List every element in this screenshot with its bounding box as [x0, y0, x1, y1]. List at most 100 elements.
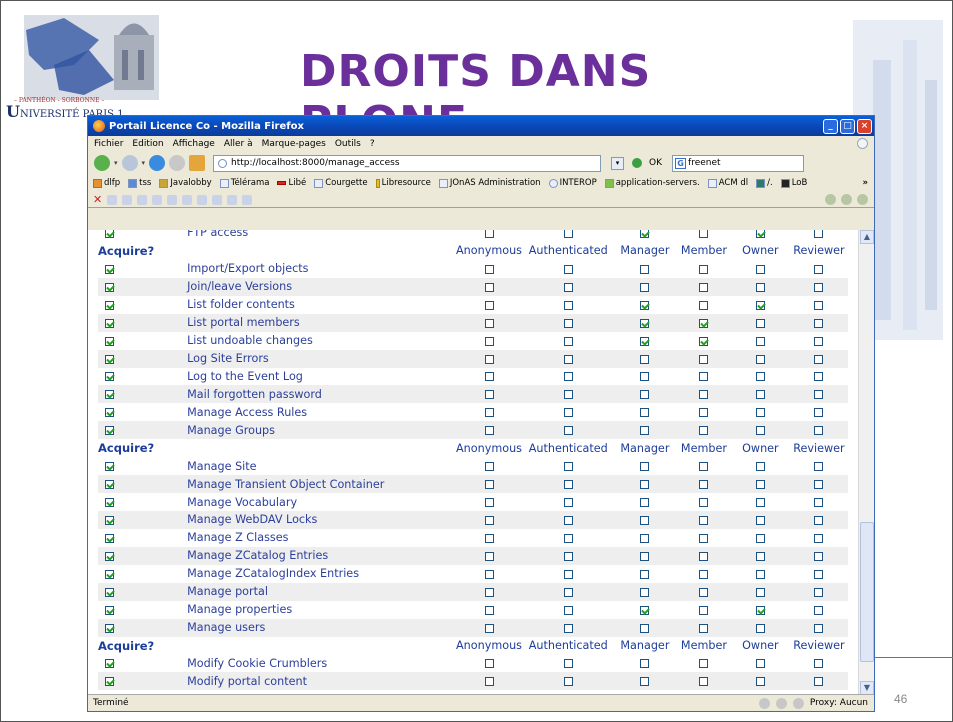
- acquire-checkbox[interactable]: [105, 408, 114, 418]
- role-checkbox[interactable]: [640, 677, 650, 687]
- role-checkbox[interactable]: [484, 569, 494, 579]
- role-checkbox[interactable]: [755, 462, 765, 472]
- maximize-icon[interactable]: □: [840, 118, 855, 134]
- role-checkbox[interactable]: [699, 282, 709, 292]
- toolbar-tool-icon[interactable]: [227, 194, 238, 205]
- role-checkbox[interactable]: [755, 300, 765, 310]
- bookmark-application-servers[interactable]: application-servers.: [604, 178, 700, 188]
- close-icon[interactable]: ×: [857, 118, 872, 134]
- role-checkbox[interactable]: [563, 659, 573, 669]
- stop-icon[interactable]: [169, 155, 186, 171]
- role-checkbox[interactable]: [563, 480, 573, 490]
- permission-name-link[interactable]: Manage ZCatalog Entries: [187, 546, 455, 565]
- role-checkbox[interactable]: [640, 462, 650, 472]
- role-checkbox[interactable]: [484, 336, 494, 346]
- role-checkbox[interactable]: [640, 336, 650, 346]
- role-checkbox[interactable]: [814, 282, 824, 292]
- toolbar-tool-icon[interactable]: [167, 194, 178, 205]
- acquire-checkbox[interactable]: [105, 300, 114, 310]
- role-checkbox[interactable]: [563, 569, 573, 579]
- permission-name-link[interactable]: Manage Vocabulary: [187, 493, 454, 511]
- role-checkbox[interactable]: [563, 498, 573, 508]
- role-checkbox[interactable]: [814, 551, 824, 561]
- role-checkbox[interactable]: [484, 230, 494, 238]
- role-checkbox[interactable]: [640, 605, 650, 615]
- role-checkbox[interactable]: [814, 390, 824, 400]
- role-checkbox[interactable]: [563, 605, 573, 615]
- permission-name-link[interactable]: List portal members: [187, 313, 455, 332]
- back-dropdown-icon[interactable]: ▾: [114, 159, 118, 167]
- role-checkbox[interactable]: [755, 336, 765, 346]
- role-checkbox[interactable]: [484, 677, 494, 687]
- role-checkbox[interactable]: [755, 480, 765, 490]
- role-checkbox[interactable]: [699, 354, 709, 364]
- role-checkbox[interactable]: [814, 480, 824, 490]
- acquire-checkbox[interactable]: [105, 623, 114, 633]
- role-checkbox[interactable]: [484, 300, 494, 310]
- role-checkbox[interactable]: [699, 264, 709, 274]
- permission-name-link[interactable]: Modify Cookie Crumblers: [187, 655, 454, 673]
- acquire-checkbox[interactable]: [105, 354, 114, 364]
- acquire-checkbox[interactable]: [105, 677, 114, 687]
- toolbar-tool-icon[interactable]: [197, 194, 208, 205]
- role-checkbox[interactable]: [755, 372, 765, 382]
- acquire-checkbox[interactable]: [105, 659, 114, 669]
- role-checkbox[interactable]: [755, 533, 765, 543]
- role-checkbox[interactable]: [814, 372, 824, 382]
- role-checkbox[interactable]: [640, 498, 650, 508]
- role-checkbox[interactable]: [814, 318, 824, 328]
- role-checkbox[interactable]: [484, 659, 494, 669]
- status-extension-icon[interactable]: [775, 697, 787, 709]
- menu-aller-a[interactable]: Aller à: [224, 139, 253, 149]
- permission-name-link[interactable]: List undoable changes: [187, 332, 454, 350]
- permission-name-link[interactable]: Log to the Event Log: [187, 368, 454, 386]
- forward-arrow-icon[interactable]: [121, 155, 138, 171]
- role-checkbox[interactable]: [484, 318, 494, 328]
- role-checkbox[interactable]: [484, 372, 494, 382]
- role-checkbox[interactable]: [699, 677, 709, 687]
- role-checkbox[interactable]: [699, 515, 709, 525]
- role-checkbox[interactable]: [755, 677, 765, 687]
- role-checkbox[interactable]: [699, 533, 709, 543]
- bookmark-courgette[interactable]: Courgette: [314, 178, 368, 188]
- role-checkbox[interactable]: [563, 282, 573, 292]
- permission-name-link[interactable]: Manage Site: [187, 457, 454, 475]
- role-checkbox[interactable]: [699, 623, 709, 633]
- acquire-checkbox[interactable]: [105, 230, 114, 238]
- role-checkbox[interactable]: [484, 354, 494, 364]
- permission-name-link[interactable]: Mail forgotten password: [187, 385, 455, 404]
- search-box[interactable]: G freenet: [672, 154, 805, 172]
- bookmark-lob[interactable]: LoB: [780, 178, 807, 188]
- role-checkbox[interactable]: [563, 551, 573, 561]
- role-checkbox[interactable]: [699, 480, 709, 490]
- role-checkbox[interactable]: [755, 264, 765, 274]
- role-checkbox[interactable]: [484, 623, 494, 633]
- role-checkbox[interactable]: [814, 677, 824, 687]
- toolbar-tool-icon[interactable]: [137, 194, 148, 205]
- toolbar-tool-icon[interactable]: [212, 194, 223, 205]
- role-checkbox[interactable]: [755, 426, 765, 436]
- back-arrow-icon[interactable]: [94, 155, 110, 171]
- status-icon[interactable]: [857, 194, 868, 205]
- permission-name-link[interactable]: Manage WebDAV Locks: [187, 511, 455, 529]
- options-icon[interactable]: [841, 194, 852, 205]
- bookmark-dlfp[interactable]: dlfp: [93, 178, 120, 188]
- role-checkbox[interactable]: [814, 264, 824, 274]
- role-checkbox[interactable]: [640, 318, 650, 328]
- acquire-checkbox[interactable]: [105, 605, 114, 615]
- acquire-checkbox[interactable]: [105, 480, 114, 490]
- role-checkbox[interactable]: [755, 230, 765, 238]
- role-checkbox[interactable]: [640, 587, 650, 597]
- role-checkbox[interactable]: [563, 390, 573, 400]
- search-input[interactable]: freenet: [688, 158, 721, 168]
- role-checkbox[interactable]: [640, 659, 650, 669]
- permission-name-link[interactable]: Manage Z Classes: [187, 529, 454, 547]
- menu-help[interactable]: ?: [370, 139, 375, 149]
- role-checkbox[interactable]: [699, 390, 709, 400]
- role-checkbox[interactable]: [699, 426, 709, 436]
- role-checkbox[interactable]: [699, 372, 709, 382]
- role-checkbox[interactable]: [484, 533, 494, 543]
- role-checkbox[interactable]: [755, 623, 765, 633]
- scroll-down-icon[interactable]: ▼: [860, 681, 874, 695]
- role-checkbox[interactable]: [484, 264, 494, 274]
